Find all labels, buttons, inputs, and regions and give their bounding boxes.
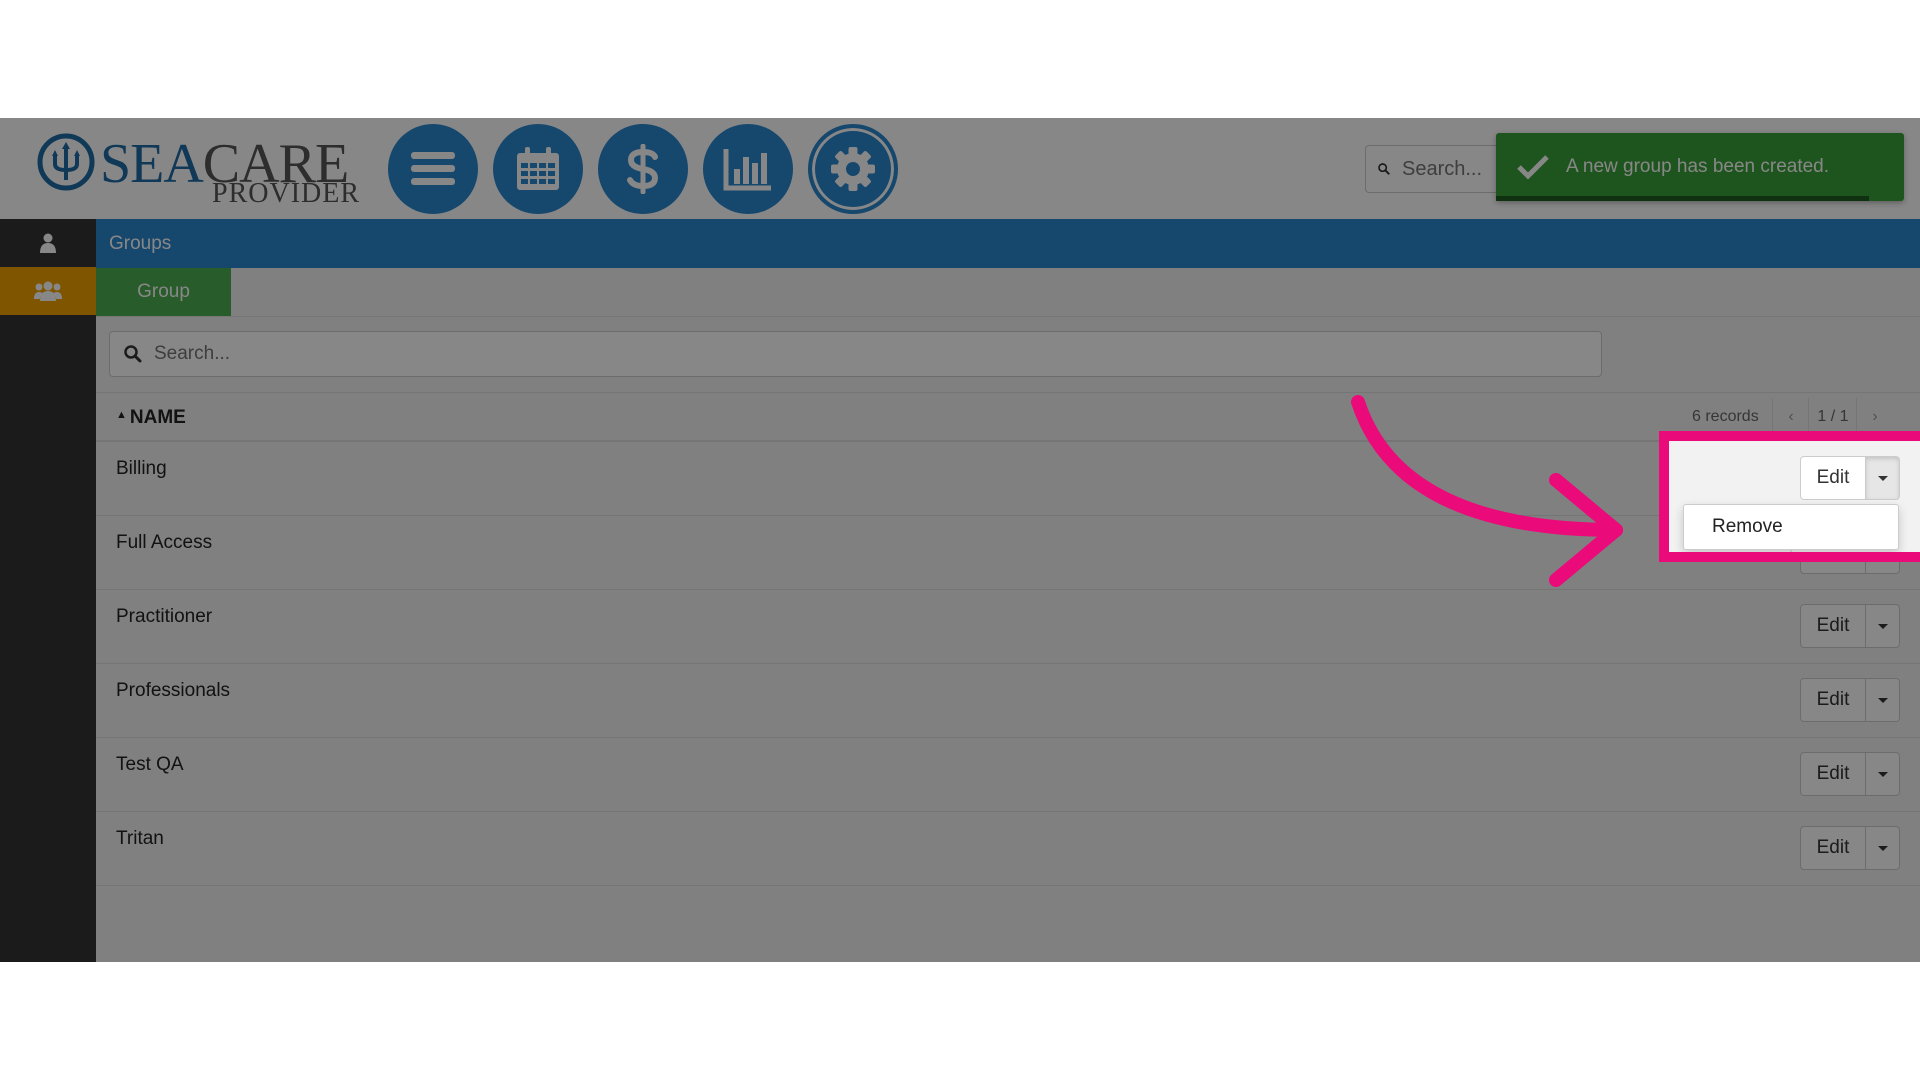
toast-progress-bar: [1496, 196, 1869, 201]
user-icon: [40, 233, 56, 253]
top-header: SEACARE PROVIDER Search... A new group h…: [0, 118, 1920, 219]
caret-down-icon: [1877, 475, 1888, 481]
actions-dropdown-menu: Remove: [1683, 504, 1899, 550]
dollar-icon: [627, 144, 659, 194]
annotation-arrow: [1351, 395, 1623, 587]
edit-button[interactable]: Edit: [1800, 456, 1866, 500]
settings-button[interactable]: [808, 124, 898, 214]
tab-group[interactable]: Group: [96, 268, 231, 316]
reports-button[interactable]: [703, 124, 793, 214]
row-actions: Edit: [1800, 826, 1900, 870]
breadcrumb-groups[interactable]: Groups: [109, 233, 171, 255]
menu-icon: [411, 152, 455, 185]
row-actions: Edit: [1800, 604, 1900, 648]
bar-chart-icon: [723, 149, 771, 191]
group-name: Practitioner: [116, 606, 213, 627]
group-name: Test QA: [116, 754, 184, 775]
sort-asc-icon: ▲: [116, 409, 127, 421]
column-header-name[interactable]: ▲ NAME: [116, 407, 186, 429]
table-row[interactable]: Test QA Edit: [96, 738, 1920, 812]
breadcrumb-bar: Groups: [96, 219, 1920, 268]
trident-logo-icon: [37, 133, 95, 191]
gear-icon: [831, 147, 875, 191]
column-header-name-label: NAME: [129, 407, 186, 428]
global-search-input[interactable]: [1400, 156, 1504, 182]
actions-dropdown-toggle[interactable]: [1866, 678, 1900, 722]
calendar-icon: [517, 147, 559, 190]
table-row[interactable]: Billing Edit: [96, 442, 1920, 516]
edit-button[interactable]: Edit: [1800, 826, 1866, 870]
group-name: Full Access: [116, 532, 213, 553]
billing-button[interactable]: [598, 124, 688, 214]
logo-subtitle: PROVIDER: [212, 178, 361, 209]
edit-button[interactable]: Edit: [1800, 604, 1866, 648]
row-actions: Edit: [1800, 752, 1900, 796]
caret-down-icon: [1877, 845, 1888, 851]
logo-brand-sea: SEA: [100, 133, 204, 195]
calendar-button[interactable]: [493, 124, 583, 214]
caret-down-icon: [1877, 697, 1888, 703]
remove-menu-item[interactable]: Remove: [1712, 516, 1783, 538]
sidebar-item-groups[interactable]: [0, 267, 96, 315]
edit-button[interactable]: Edit: [1800, 678, 1866, 722]
toast-message: A new group has been created.: [1566, 156, 1830, 177]
row-actions: Edit: [1800, 456, 1900, 500]
record-count: 6 records: [1692, 408, 1759, 425]
global-search[interactable]: [1365, 145, 1505, 193]
tab-row: Group: [96, 268, 1920, 317]
checkmark-icon: [1517, 155, 1549, 180]
highlight-content: Edit Remove: [1669, 441, 1920, 552]
actions-dropdown-toggle[interactable]: [1866, 826, 1900, 870]
sidebar: [0, 219, 96, 962]
table-row[interactable]: Practitioner Edit: [96, 590, 1920, 664]
actions-dropdown-toggle[interactable]: [1866, 604, 1900, 648]
group-name: Professionals: [116, 680, 231, 701]
success-toast[interactable]: A new group has been created.: [1496, 133, 1904, 201]
caret-down-icon: [1877, 771, 1888, 777]
table-row[interactable]: Full Access Edit: [96, 516, 1920, 590]
group-search[interactable]: [109, 331, 1602, 377]
table-row[interactable]: Professionals Edit: [96, 664, 1920, 738]
group-name: Billing: [116, 458, 167, 479]
table-row[interactable]: Tritan Edit: [96, 812, 1920, 886]
users-icon: [34, 281, 62, 301]
group-search-input[interactable]: [152, 342, 1556, 366]
highlight-frame: Edit Remove: [1659, 431, 1920, 562]
search-icon: [1378, 163, 1390, 175]
row-actions: Edit: [1800, 678, 1900, 722]
caret-down-icon: [1877, 623, 1888, 629]
search-icon: [124, 345, 142, 363]
edit-button[interactable]: Edit: [1800, 752, 1866, 796]
actions-dropdown-toggle[interactable]: [1866, 456, 1900, 500]
menu-button[interactable]: [388, 124, 478, 214]
actions-dropdown-toggle[interactable]: [1866, 752, 1900, 796]
group-name: Tritan: [116, 828, 164, 849]
sidebar-item-user[interactable]: [0, 219, 96, 267]
list-header: ▲ NAME 6 records ‹ 1 / 1 ›: [96, 392, 1920, 442]
seacare-logo[interactable]: SEACARE PROVIDER: [36, 130, 359, 210]
